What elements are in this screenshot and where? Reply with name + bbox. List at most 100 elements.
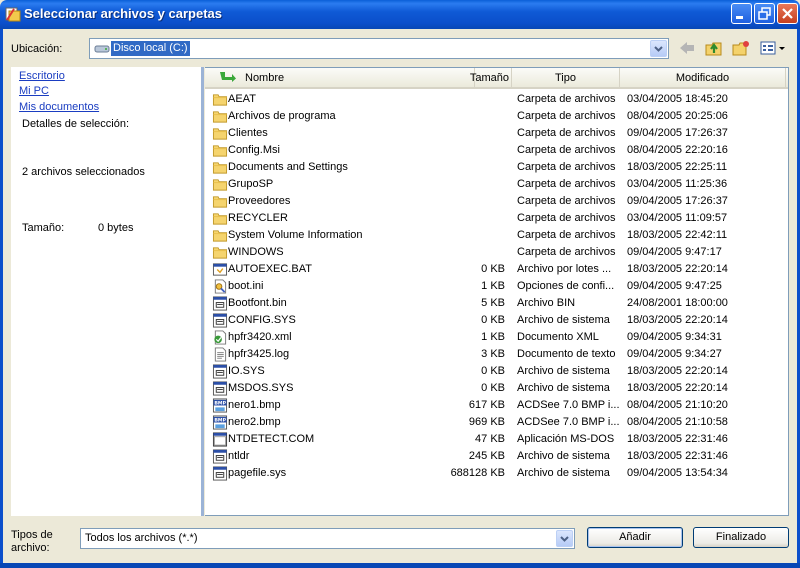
file-modified: 09/04/2005 9:34:31 [627, 331, 722, 343]
file-type: Archivo de sistema [517, 450, 610, 462]
file-type-combobox[interactable]: Todos los archivos (*.*) [80, 528, 575, 549]
file-row[interactable]: CONFIG.SYS 0 KB Archivo de sistema 18/03/20… [205, 312, 788, 329]
file-size: 0 KB [481, 263, 505, 275]
link-my-pc[interactable]: Mi PC [19, 85, 49, 97]
file-type: Carpeta de archivos [517, 93, 616, 105]
file-row[interactable]: GrupoSP Carpeta de archivos 03/04/2005 11:… [205, 176, 788, 193]
views-menu-icon[interactable] [760, 40, 786, 56]
folder-icon [212, 179, 228, 191]
file-row[interactable]: BMP nero1.bmp 617 KB ACDSee 7.0 BMP i... 08/… [205, 397, 788, 414]
file-size: 1 KB [481, 280, 505, 292]
file-type: Archivo BIN [517, 297, 576, 309]
file-row[interactable]: Config.Msi Carpeta de archivos 08/04/2005 … [205, 142, 788, 159]
file-name: Archivos de programa [228, 110, 336, 122]
back-arrow-icon[interactable] [678, 40, 696, 56]
column-size[interactable]: Tamaño [470, 68, 512, 87]
file-row[interactable]: Archivos de programa Carpeta de archivos 0… [205, 108, 788, 125]
column-size-label: Tamaño [469, 72, 509, 84]
file-name: Documents and Settings [228, 161, 348, 173]
file-modified: 18/03/2005 22:20:14 [627, 382, 728, 394]
maximize-button[interactable] [754, 3, 775, 24]
sort-arrow-icon [220, 72, 236, 82]
file-modified: 09/04/2005 13:54:34 [627, 467, 728, 479]
file-modified: 18/03/2005 22:42:11 [627, 229, 728, 241]
system-file-icon [212, 449, 228, 464]
file-modified: 09/04/2005 9:34:27 [627, 348, 722, 360]
location-dropdown-button[interactable] [650, 40, 667, 57]
column-type[interactable]: Tipo [512, 68, 620, 87]
file-type-dropdown-button[interactable] [556, 530, 573, 547]
file-modified: 03/04/2005 11:25:36 [627, 178, 728, 190]
file-row[interactable]: BMP nero2.bmp 969 KB ACDSee 7.0 BMP i... 08/… [205, 414, 788, 431]
size-value: 0 bytes [98, 222, 134, 234]
folder-icon [212, 111, 228, 123]
file-row[interactable]: hpfr3425.log 3 KB Documento de texto 09/04/… [205, 346, 788, 363]
file-size: 0 KB [481, 365, 505, 377]
svg-text:BMP: BMP [214, 418, 226, 424]
file-size: 5 KB [481, 297, 505, 309]
file-row[interactable]: hpfr3420.xml 1 KB Documento XML 09/04/2005 … [205, 329, 788, 346]
up-folder-icon[interactable] [705, 40, 723, 56]
file-name: CONFIG.SYS [228, 314, 296, 326]
file-name: nero1.bmp [228, 399, 281, 411]
file-name: Clientes [228, 127, 268, 139]
window-title: Seleccionar archivos y carpetas [24, 6, 223, 21]
add-button[interactable]: Añadir [587, 527, 683, 548]
file-type: Documento de texto [517, 348, 616, 360]
file-modified: 18/03/2005 22:31:46 [627, 450, 728, 462]
file-name: hpfr3425.log [228, 348, 290, 360]
file-modified: 18/03/2005 22:25:11 [627, 161, 728, 173]
file-name: pagefile.sys [228, 467, 287, 479]
column-modified[interactable]: Modificado [620, 68, 786, 87]
file-row[interactable]: ntldr 245 KB Archivo de sistema 18/03/2005 … [205, 448, 788, 465]
file-modified: 08/04/2005 22:20:16 [627, 144, 728, 156]
new-folder-icon[interactable] [732, 40, 750, 56]
dos-app-icon [212, 432, 228, 447]
file-row[interactable]: IO.SYS 0 KB Archivo de sistema 18/03/2005 2… [205, 363, 788, 380]
title-bar[interactable]: Seleccionar archivos y carpetas [0, 0, 800, 29]
file-row[interactable]: Documents and Settings Carpeta de archivo… [205, 159, 788, 176]
file-row[interactable]: MSDOS.SYS 0 KB Archivo de sistema 18/03/200… [205, 380, 788, 397]
svg-text:BMP: BMP [214, 401, 226, 407]
selected-count: 2 archivos seleccionados [22, 166, 145, 178]
link-my-documents[interactable]: Mis documentos [19, 101, 99, 113]
file-modified: 18/03/2005 22:31:46 [627, 433, 728, 445]
folder-icon [212, 162, 228, 174]
bmp-file-icon: BMP [212, 398, 228, 413]
file-type: ACDSee 7.0 BMP i... [517, 399, 620, 411]
system-file-icon [212, 381, 228, 396]
done-button[interactable]: Finalizado [693, 527, 789, 548]
minimize-button[interactable] [731, 3, 752, 24]
places-panel: Escritorio Mi PC Mis documentos Detalles… [11, 67, 204, 516]
system-file-icon [212, 466, 228, 481]
folder-icon [212, 196, 228, 208]
file-row[interactable]: RECYCLER Carpeta de archivos 03/04/2005 11… [205, 210, 788, 227]
file-type-value: Todos los archivos (*.*) [85, 532, 198, 544]
column-name[interactable]: Nombre [205, 68, 475, 87]
location-combobox[interactable]: Disco local (C:) [89, 38, 669, 59]
link-desktop[interactable]: Escritorio [19, 70, 65, 82]
file-row[interactable]: Clientes Carpeta de archivos 09/04/2005 17… [205, 125, 788, 142]
file-modified: 08/04/2005 21:10:20 [627, 399, 728, 411]
file-row[interactable]: Proveedores Carpeta de archivos 09/04/2005… [205, 193, 788, 210]
file-row[interactable]: System Volume Information Carpeta de arch… [205, 227, 788, 244]
file-name: Config.Msi [228, 144, 280, 156]
file-size: 1 KB [481, 331, 505, 343]
file-row[interactable]: AEAT Carpeta de archivos 03/04/2005 18:45:… [205, 91, 788, 108]
chevron-down-icon [560, 536, 569, 542]
folder-icon [212, 247, 228, 259]
file-type: Archivo de sistema [517, 365, 610, 377]
file-row[interactable]: boot.ini 1 KB Opciones de confi... 09/04/20… [205, 278, 788, 295]
file-row[interactable]: Bootfont.bin 5 KB Archivo BIN 24/08/2001 18… [205, 295, 788, 312]
file-row[interactable]: AUTOEXEC.BAT 0 KB Archivo por lotes ... 18/… [205, 261, 788, 278]
file-list[interactable]: Nombre Tamaño Tipo Modificado AEAT Carpet… [205, 67, 789, 516]
file-size: 0 KB [481, 382, 505, 394]
bmp-file-icon: BMP [212, 415, 228, 430]
file-row[interactable]: WINDOWS Carpeta de archivos 09/04/2005 9:4… [205, 244, 788, 261]
file-type: Carpeta de archivos [517, 110, 616, 122]
file-row[interactable]: pagefile.sys 688128 KB Archivo de sistema 0… [205, 465, 788, 482]
column-name-label: Nombre [245, 72, 285, 84]
file-row[interactable]: NTDETECT.COM 47 KB Aplicación MS-DOS 18/03/… [205, 431, 788, 448]
close-button[interactable] [777, 3, 798, 24]
file-name: AEAT [228, 93, 256, 105]
